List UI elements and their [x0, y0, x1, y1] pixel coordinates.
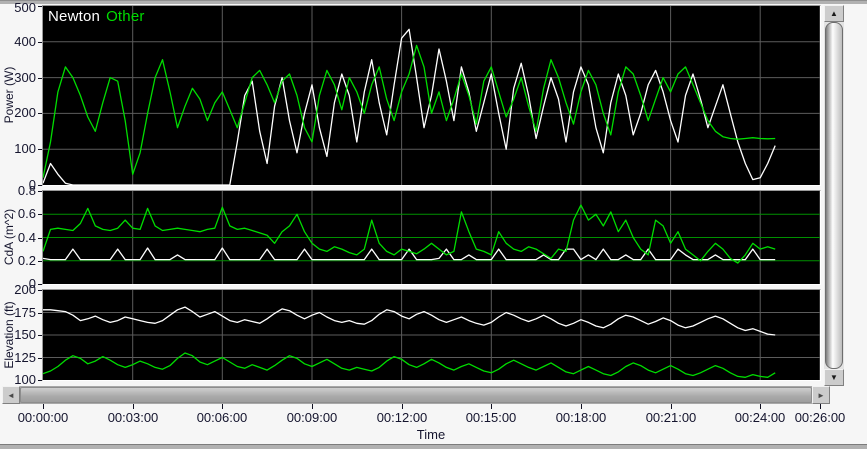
y-tick-mark — [38, 238, 42, 239]
series-line-newton — [43, 248, 775, 260]
up-arrow-icon: ▲ — [830, 9, 838, 18]
time-tick-label: 00:09:00 — [277, 410, 347, 425]
time-tick-label: 00:12:00 — [367, 410, 437, 425]
y-tick-mark — [38, 358, 42, 359]
time-tick-mark — [402, 404, 403, 409]
time-tick-label: 00:18:00 — [546, 410, 616, 425]
vertical-scrollbar[interactable]: ▲ ▼ — [824, 5, 844, 386]
time-tick-label: 00:00:00 — [8, 410, 78, 425]
time-tick-label: 00:06:00 — [187, 410, 257, 425]
y-tick-label: 300 — [0, 70, 36, 85]
series-line-other — [43, 353, 775, 377]
time-tick-label: 00:15:00 — [456, 410, 526, 425]
y-tick-mark — [38, 149, 42, 150]
time-tick-mark — [820, 404, 821, 409]
down-arrow-icon: ▼ — [830, 373, 838, 382]
elevation-plot[interactable] — [42, 289, 821, 381]
time-tick-label: 00:03:00 — [98, 410, 168, 425]
left-arrow-icon: ◄ — [7, 391, 15, 400]
y-tick-label: 0.4 — [0, 230, 36, 245]
series-line-newton — [43, 307, 775, 335]
right-arrow-icon: ► — [817, 391, 825, 400]
time-tick-mark — [133, 404, 134, 409]
y-tick-mark — [38, 214, 42, 215]
y-tick-label: 200 — [0, 282, 36, 297]
y-tick-label: 200 — [0, 105, 36, 120]
y-tick-mark — [38, 6, 42, 7]
time-tick-mark — [43, 404, 44, 409]
y-tick-mark — [38, 42, 42, 43]
window-top-edge — [0, 0, 867, 4]
power-plot[interactable]: Newton Other — [42, 5, 821, 186]
time-axis-title: Time — [396, 427, 466, 442]
time-tick-mark — [671, 404, 672, 409]
y-tick-mark — [38, 313, 42, 314]
legend-item-other[interactable]: Other — [106, 8, 145, 25]
scroll-left-button[interactable]: ◄ — [2, 386, 20, 404]
window-bottom-edge — [0, 444, 867, 449]
y-tick-mark — [38, 113, 42, 114]
y-tick-mark — [38, 185, 42, 186]
series-line-newton — [43, 29, 775, 185]
y-tick-mark — [38, 191, 42, 192]
scroll-right-button[interactable]: ► — [812, 386, 830, 404]
vertical-scrollbar-thumb[interactable] — [825, 22, 843, 369]
power-plot-canvas — [43, 6, 820, 185]
y-tick-mark — [38, 290, 42, 291]
time-tick-label: 00:21:00 — [636, 410, 706, 425]
scroll-up-button[interactable]: ▲ — [824, 5, 844, 22]
app-window: Power (W) CdA (m^2) Elevation (ft) Newto… — [0, 0, 867, 449]
time-tick-mark — [222, 404, 223, 409]
y-tick-mark — [38, 380, 42, 381]
horizontal-scrollbar[interactable]: ◄ ► — [2, 386, 830, 404]
plot-legend: Newton Other — [48, 8, 151, 25]
y-tick-mark — [38, 335, 42, 336]
series-line-other — [43, 205, 775, 263]
series-line-other — [43, 45, 775, 177]
time-tick-mark — [491, 404, 492, 409]
y-tick-mark — [38, 78, 42, 79]
y-tick-label: 0.8 — [0, 183, 36, 198]
cda-plot-canvas — [43, 191, 820, 284]
y-tick-label: 500 — [0, 0, 36, 15]
time-tick-mark — [581, 404, 582, 409]
y-tick-label: 125 — [0, 350, 36, 365]
time-tick-label: 00:26:00 — [785, 410, 855, 425]
y-tick-label: 175 — [0, 305, 36, 320]
y-tick-label: 100 — [0, 141, 36, 156]
time-tick-mark — [312, 404, 313, 409]
scroll-down-button[interactable]: ▼ — [824, 369, 844, 386]
elevation-plot-canvas — [43, 290, 820, 380]
time-tick-mark — [760, 404, 761, 409]
y-tick-label: 400 — [0, 34, 36, 49]
y-tick-label: 0.2 — [0, 253, 36, 268]
cda-plot[interactable] — [42, 190, 821, 285]
legend-item-newton[interactable]: Newton — [48, 8, 100, 25]
y-tick-label: 150 — [0, 327, 36, 342]
y-tick-label: 0.6 — [0, 206, 36, 221]
y-tick-mark — [38, 261, 42, 262]
horizontal-scrollbar-thumb[interactable] — [20, 387, 812, 403]
y-tick-mark — [38, 284, 42, 285]
y-tick-label: 100 — [0, 372, 36, 387]
